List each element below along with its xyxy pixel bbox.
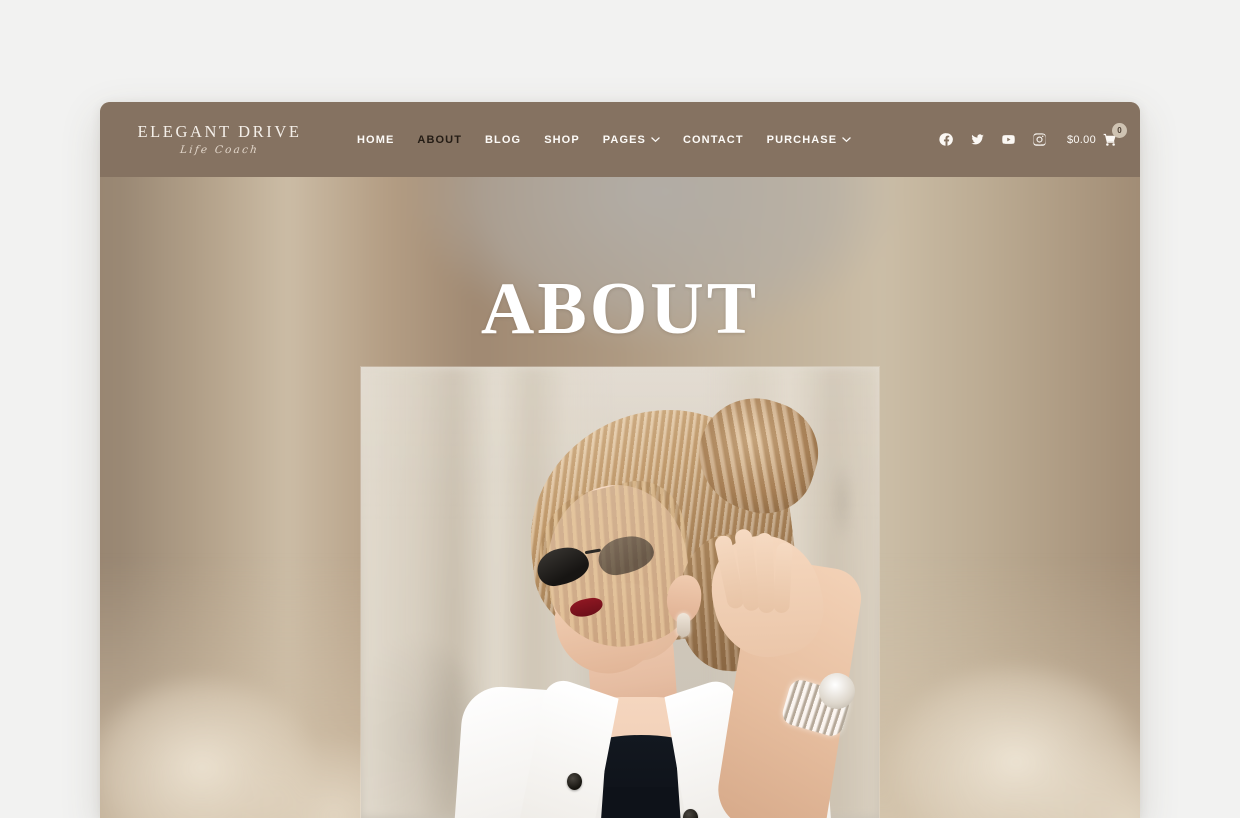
nav-label-about: ABOUT <box>417 133 463 146</box>
nav-label-shop: SHOP <box>544 133 580 146</box>
facebook-icon[interactable] <box>939 132 954 147</box>
sunglass-lens-left <box>534 544 592 589</box>
blazer-button <box>567 773 582 790</box>
photo-subject <box>361 367 879 818</box>
cart-item-count-badge: 0 <box>1112 123 1127 138</box>
nav-label-purchase: PURCHASE <box>766 133 838 146</box>
nav-label-blog: BLOG <box>485 133 522 146</box>
cart-total-amount: $0.00 <box>1066 133 1096 146</box>
nav-item-about[interactable]: ABOUT <box>417 134 462 146</box>
hero-section: ABOUT <box>100 177 1140 818</box>
chevron-down-icon <box>842 135 851 144</box>
instagram-icon[interactable] <box>1032 132 1047 147</box>
nav-item-home[interactable]: HOME <box>357 134 394 146</box>
nav-item-pages[interactable]: PAGES <box>603 134 660 146</box>
site-page-frame: ELEGANT DRIVE Life Coach HOME ABOUT BLOG… <box>100 102 1140 818</box>
hero-portrait-photo <box>361 367 879 818</box>
subject-finger <box>755 532 776 614</box>
primary-navigation: HOME ABOUT BLOG SHOP PAGES CONTACT PURCH… <box>315 134 939 146</box>
nav-label-pages: PAGES <box>602 133 646 146</box>
nav-item-blog[interactable]: BLOG <box>485 134 521 146</box>
cart-widget[interactable]: $0.00 0 <box>1066 123 1127 147</box>
twitter-icon[interactable] <box>970 132 985 147</box>
chevron-down-icon <box>651 135 660 144</box>
page-title: ABOUT <box>480 268 760 350</box>
logo-tagline: Life Coach <box>179 143 260 156</box>
nav-item-purchase[interactable]: PURCHASE <box>767 134 852 146</box>
subject-earring <box>677 613 690 637</box>
logo-brand-name: ELEGANT DRIVE <box>137 122 302 141</box>
header-utility-cluster: $0.00 0 <box>939 123 1140 147</box>
site-header: ELEGANT DRIVE Life Coach HOME ABOUT BLOG… <box>100 102 1140 177</box>
nav-item-contact[interactable]: CONTACT <box>683 134 744 146</box>
youtube-icon[interactable] <box>1001 132 1016 147</box>
nav-label-home: HOME <box>357 133 395 146</box>
nav-label-contact: CONTACT <box>682 133 744 146</box>
site-logo[interactable]: ELEGANT DRIVE Life Coach <box>100 122 315 156</box>
nav-item-shop[interactable]: SHOP <box>544 134 580 146</box>
